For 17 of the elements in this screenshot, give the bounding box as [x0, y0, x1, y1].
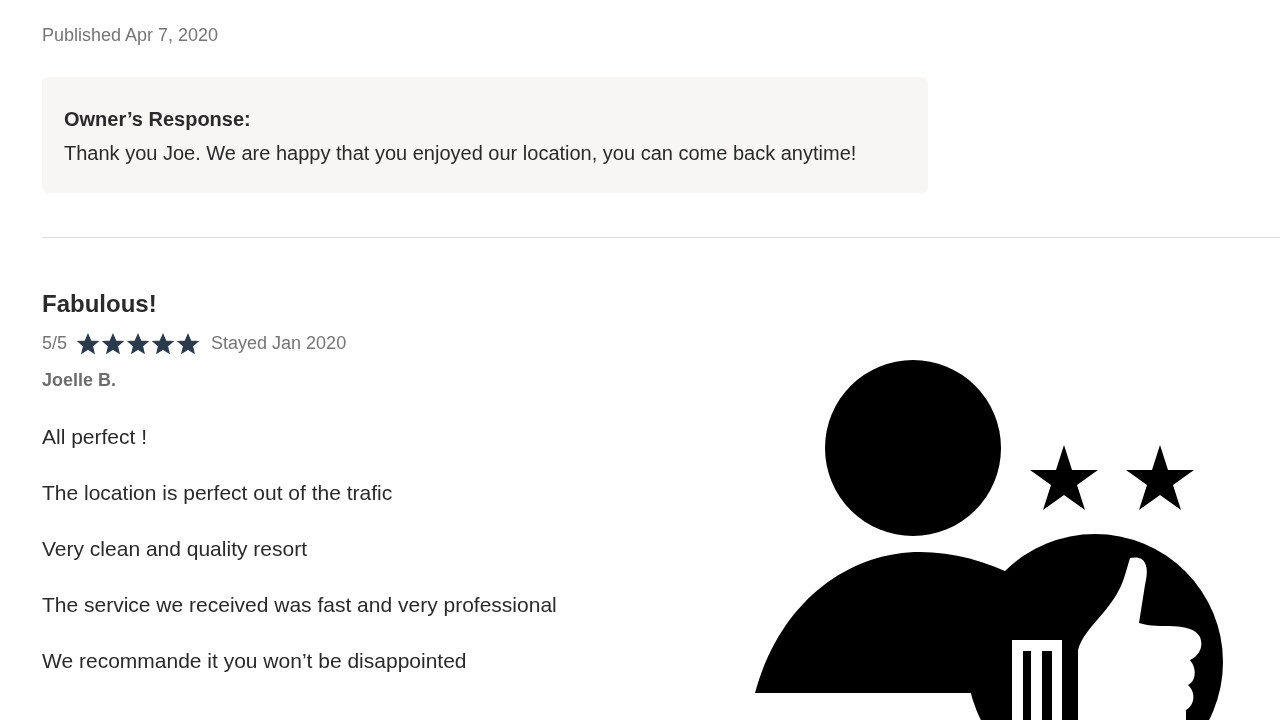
star-icon [127, 332, 150, 355]
reviewer-name: Joelle B. [42, 369, 117, 392]
publish-date: Published Apr 7, 2020 [42, 24, 219, 47]
review-title: Fabulous! [42, 289, 157, 319]
stay-date: Stayed Jan 2020 [211, 332, 347, 355]
review-paragraph: All perfect ! [42, 424, 148, 450]
star-icon [177, 332, 200, 355]
star-icon [77, 332, 100, 355]
response-label: Owner’s Response: [64, 107, 251, 132]
review-paragraph: The location is perfect out of the trafic [42, 480, 393, 506]
rating-score: 5/5 [42, 332, 68, 355]
review-paragraph: Very clean and quality resort [42, 536, 307, 562]
star-icon [152, 332, 175, 355]
review-paragraph: The service we received was fast and very professional [42, 592, 557, 618]
review-paragraph: We recommande it you won’t be disappointed [42, 648, 467, 674]
response-text: Thank you Joe. We are happy that you enjoyed our location, you can come back anytime! [64, 141, 857, 166]
star-icon [102, 332, 125, 355]
